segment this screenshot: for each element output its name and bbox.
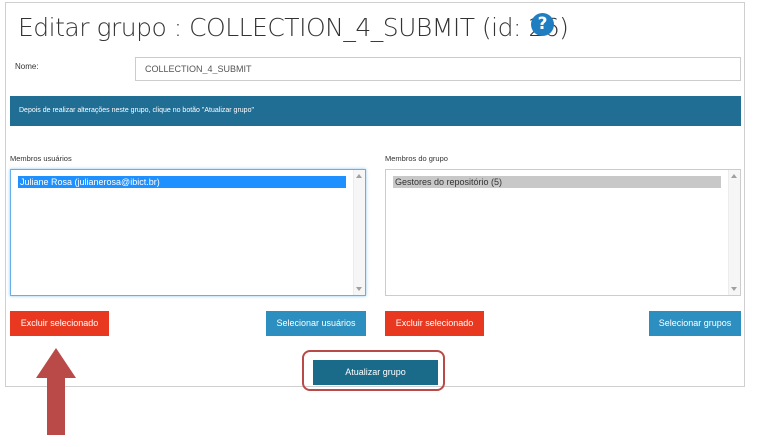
scrollbar[interactable] (353, 170, 365, 295)
members-groups-label: Membros do grupo (385, 154, 448, 163)
question-circle-icon[interactable]: ? (531, 13, 554, 36)
list-item[interactable]: Gestores do repositório (5) (393, 176, 721, 188)
select-groups-button[interactable]: Selecionar grupos (649, 311, 741, 336)
scroll-down-arrow-icon[interactable] (356, 287, 362, 291)
list-item[interactable]: Juliane Rosa (julianerosa@ibict.br) (18, 176, 346, 188)
delete-selected-group-button[interactable]: Excluir selecionado (385, 311, 484, 336)
scroll-up-arrow-icon[interactable] (731, 174, 737, 178)
highlight-box (302, 350, 445, 391)
select-users-button[interactable]: Selecionar usuários (266, 311, 366, 336)
up-arrow-icon (36, 348, 76, 435)
group-name-input[interactable] (135, 57, 741, 81)
scroll-up-arrow-icon[interactable] (356, 174, 362, 178)
members-users-label: Membros usuários (10, 154, 72, 163)
members-groups-listbox[interactable]: Gestores do repositório (5) (385, 169, 741, 296)
info-alert: Depois de realizar alterações neste grup… (10, 96, 741, 126)
scroll-down-arrow-icon[interactable] (731, 287, 737, 291)
delete-selected-user-button[interactable]: Excluir selecionado (10, 311, 109, 336)
scrollbar[interactable] (728, 170, 740, 295)
page-title: Editar grupo : COLLECTION_4_SUBMIT (id: … (18, 13, 569, 42)
name-label: Nome: (15, 62, 39, 71)
members-users-listbox[interactable]: Juliane Rosa (julianerosa@ibict.br) (10, 169, 366, 296)
